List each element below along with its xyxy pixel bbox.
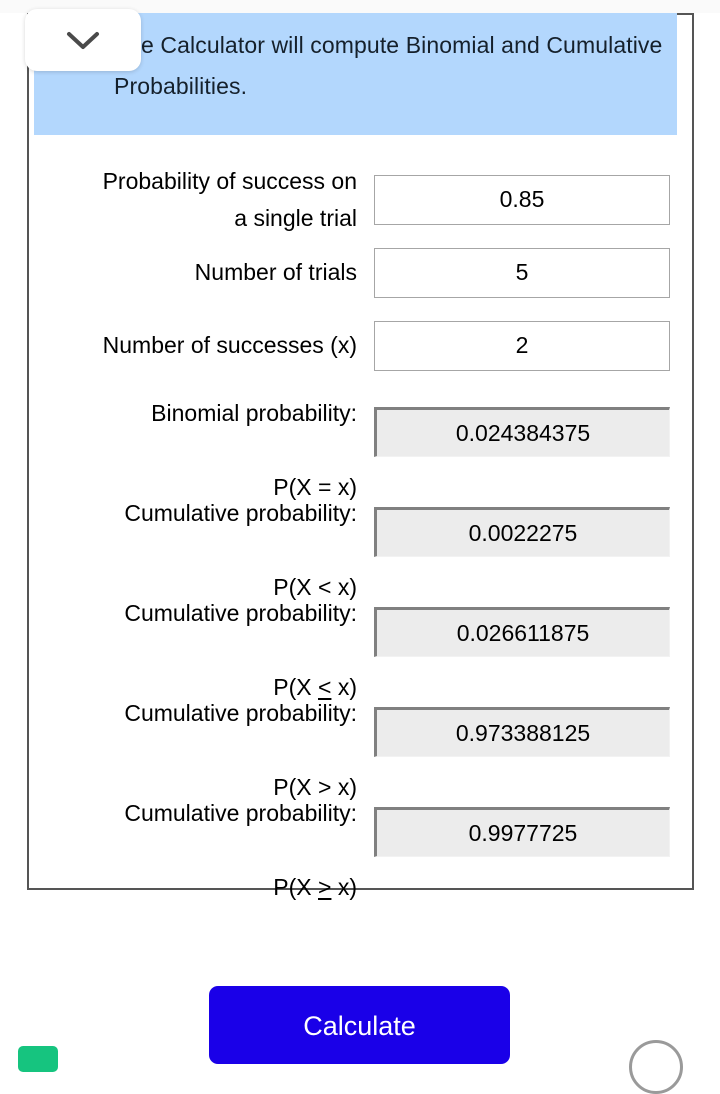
row-cumulative-probability-greater-than-or-equal: Cumulative probability: P(X > x) bbox=[29, 782, 692, 900]
calculator-form: Probability of success on a single trial… bbox=[29, 163, 692, 900]
field-wrap-cumulative-probability-less-than-or-equal bbox=[374, 607, 670, 657]
info-banner-text: The Calculator will compute Binomial and… bbox=[114, 32, 663, 99]
cumulative-probability-less-than-output bbox=[374, 507, 670, 557]
label-probability-of-success: Probability of success on a single trial bbox=[102, 167, 357, 231]
label-line-1: Binomial probability: bbox=[151, 400, 357, 426]
calculate-button[interactable]: Calculate bbox=[209, 986, 510, 1064]
label-line-1: Cumulative probability: bbox=[124, 700, 357, 726]
cumulative-probability-greater-than-output bbox=[374, 707, 670, 757]
label-suffix: x) bbox=[331, 874, 357, 900]
green-keyboard-icon[interactable] bbox=[18, 1046, 58, 1072]
field-wrap-cumulative-probability-greater-than-or-equal bbox=[374, 807, 670, 857]
binomial-probability-equal-output bbox=[374, 407, 670, 457]
field-wrap-number-of-successes bbox=[374, 320, 670, 371]
binomial-calculator-panel: The Calculator will compute Binomial and… bbox=[25, 9, 694, 900]
field-wrap-probability-of-success bbox=[374, 174, 670, 225]
probability-of-success-input[interactable] bbox=[374, 174, 670, 225]
field-wrap-number-of-trials bbox=[374, 247, 670, 298]
number-of-successes-input[interactable] bbox=[374, 320, 670, 371]
field-wrap-binomial-probability-equal bbox=[374, 407, 670, 457]
collapse-banner-button[interactable] bbox=[25, 9, 141, 71]
chevron-down-icon bbox=[66, 30, 100, 50]
field-wrap-cumulative-probability-greater-than bbox=[374, 707, 670, 757]
row-probability-of-success: Probability of success on a single trial bbox=[29, 163, 692, 236]
circle-outline-icon[interactable] bbox=[629, 1040, 683, 1094]
field-wrap-cumulative-probability-less-than bbox=[374, 507, 670, 557]
label-line-1: Cumulative probability: bbox=[124, 500, 357, 526]
label-number-of-trials: Number of trials bbox=[194, 259, 357, 285]
label-line-1: Cumulative probability: bbox=[124, 800, 357, 826]
row-number-of-trials: Number of trials bbox=[29, 236, 692, 309]
label-prefix: P(X bbox=[273, 874, 318, 900]
label-cumulative-probability-greater-than-or-equal: Cumulative probability: P(X > x) bbox=[49, 758, 374, 906]
label-line-1: Cumulative probability: bbox=[124, 600, 357, 626]
label-operator: > bbox=[318, 874, 332, 900]
cumulative-probability-greater-than-or-equal-output bbox=[374, 807, 670, 857]
cumulative-probability-less-than-or-equal-output bbox=[374, 607, 670, 657]
number-of-trials-input[interactable] bbox=[374, 247, 670, 298]
